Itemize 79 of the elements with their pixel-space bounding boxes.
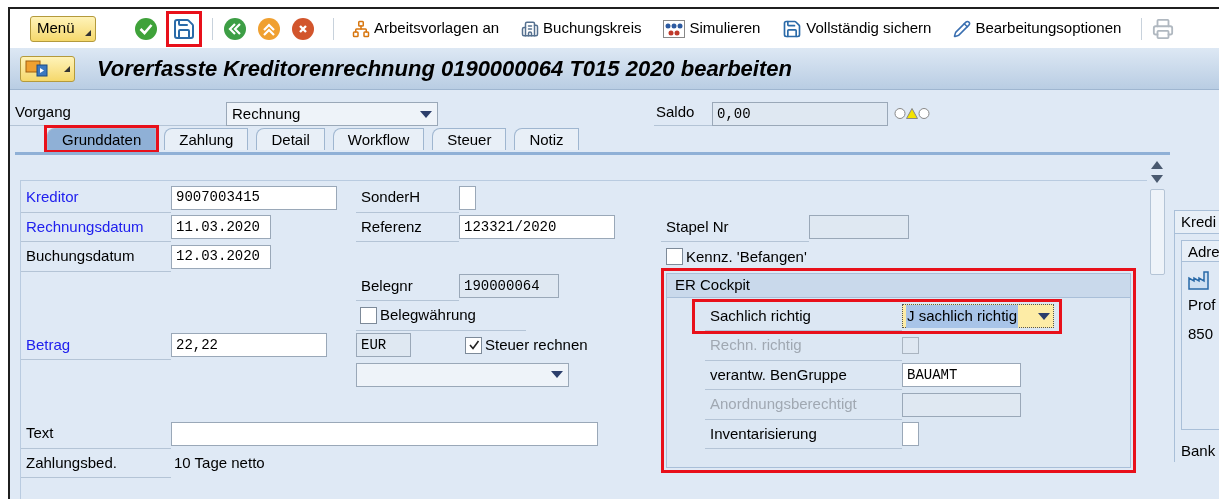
toolbar-button[interactable]: Vollständig sichern — [782, 17, 932, 40]
status-dropdown[interactable]: J sachlich richtig — [902, 304, 1054, 329]
field-label: Belegnr — [361, 275, 413, 296]
field-label: SonderH — [361, 187, 421, 207]
screen-title: Vorerfasste Kreditorenrechnung 0190000064 T015 2020 bearbeiten — [97, 55, 792, 83]
toolbar-button[interactable]: Simulieren — [663, 17, 761, 40]
exit-icon[interactable] — [257, 16, 281, 41]
scroll-down-icon[interactable] — [1151, 175, 1163, 183]
side-text: 850 — [1188, 324, 1214, 344]
tab[interactable]: Notiz — [514, 128, 579, 150]
field-label: Zahlungsbed. — [26, 452, 117, 473]
dropdown-caret-icon — [551, 371, 563, 379]
side-subtab[interactable]: Adre — [1181, 240, 1219, 262]
currency-field[interactable]: EUR — [356, 333, 411, 358]
dropdown-caret-icon — [1038, 312, 1050, 320]
toolbar-button[interactable]: Buchungskreis — [521, 17, 642, 40]
checkbox[interactable] — [465, 336, 482, 354]
checkbox-label: Steuer rechnen — [485, 335, 588, 355]
field-label: Anordnungsberechtigt — [710, 394, 857, 414]
panel-title: ER Cockpit — [675, 274, 751, 295]
factory-icon — [1188, 270, 1210, 290]
printer-icon[interactable] — [1152, 17, 1175, 40]
side-text: Prof — [1188, 294, 1216, 315]
tab[interactable]: Workflow — [332, 128, 425, 150]
input-field[interactable] — [171, 421, 598, 446]
checkbox[interactable] — [360, 306, 377, 324]
input-field[interactable] — [809, 215, 909, 240]
tab[interactable]: Zahlung — [164, 128, 249, 150]
checkbox[interactable] — [666, 248, 683, 266]
input-field[interactable]: BAUAMT — [902, 363, 1021, 388]
check-icon[interactable] — [134, 16, 158, 41]
tab[interactable]: Grunddaten — [47, 128, 157, 150]
menu-button[interactable]: Menü — [30, 15, 96, 42]
input-field[interactable]: 190000064 — [459, 274, 559, 299]
dropdown-caret-icon — [420, 110, 432, 118]
cancel-icon[interactable] — [291, 16, 315, 41]
corner-triangle-icon — [85, 29, 91, 36]
side-tab[interactable]: Kredi — [1174, 210, 1219, 234]
input-field[interactable]: 12.03.2020 — [171, 244, 271, 269]
scrollbar-thumb[interactable] — [1149, 189, 1165, 275]
transaction-icon — [25, 59, 49, 78]
scroll-up-icon[interactable] — [1151, 161, 1163, 169]
field-label: Saldo — [656, 102, 695, 123]
save-icon[interactable] — [172, 16, 196, 41]
save-icon — [782, 18, 803, 39]
back-icon[interactable] — [223, 16, 247, 41]
toolbar-button[interactable]: Bearbeitungsoptionen — [953, 17, 1122, 40]
tab[interactable]: Steuer — [432, 128, 507, 150]
input-field[interactable]: 22,22 — [171, 333, 327, 358]
building-icon — [521, 19, 540, 38]
tab[interactable]: Detail — [256, 128, 325, 150]
field-label: Rechn. richtig — [710, 335, 802, 355]
process-dropdown[interactable]: Rechnung — [226, 102, 438, 126]
input-field[interactable] — [459, 185, 476, 210]
field-label: Sachlich richtig — [710, 305, 811, 326]
input-field[interactable]: 11.03.2020 — [171, 215, 271, 240]
pencil-icon — [953, 19, 972, 38]
checkmark-icon — [467, 339, 480, 352]
dots-grid-icon — [663, 19, 686, 38]
hierarchy-icon — [352, 19, 370, 38]
input-field[interactable]: 123321/2020 — [459, 215, 615, 240]
input-field[interactable]: 9007003415 — [171, 185, 337, 210]
input-field[interactable] — [902, 422, 919, 447]
field-label: Buchungsdatum — [26, 246, 135, 266]
side-text: Bank — [1181, 440, 1216, 461]
field-label: Stapel Nr — [666, 216, 729, 237]
field-label: Text — [26, 423, 54, 443]
screen-menu-button[interactable] — [20, 55, 75, 82]
tax-code-dropdown[interactable] — [356, 362, 569, 387]
balance-field[interactable]: 0,00 — [712, 102, 888, 126]
checkbox-label: Kennz. 'Befangen' — [686, 246, 807, 267]
field-label: Vorgang — [15, 102, 71, 123]
field-label: Inventarisierung — [710, 423, 817, 444]
checkbox-label: Belegwährung — [380, 305, 476, 325]
corner-triangle-icon — [64, 65, 70, 72]
toolbar-button[interactable]: Arbeitsvorlagen an — [352, 17, 500, 40]
field-label: verantw. BenGruppe — [710, 364, 847, 385]
field-label: Referenz — [361, 216, 422, 237]
field-value: 10 Tage netto — [173, 453, 265, 473]
